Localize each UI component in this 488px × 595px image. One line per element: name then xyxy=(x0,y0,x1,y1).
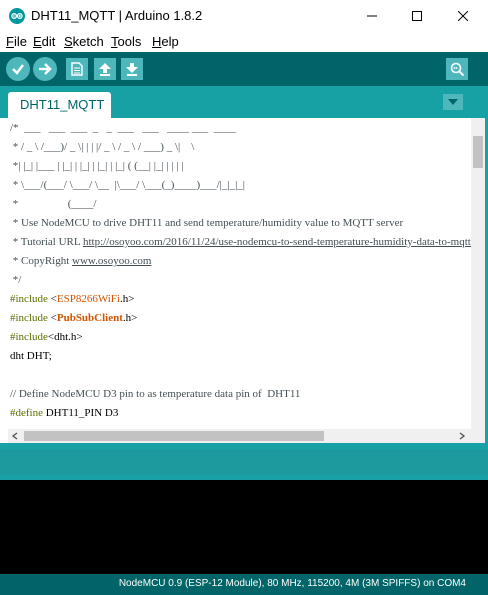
code-line: * \___/(___/ \___/ \__ |\___/ \___(_)___… xyxy=(10,179,245,191)
maximize-icon xyxy=(412,11,422,21)
verify-icon xyxy=(12,64,24,75)
menu-sketch[interactable]: Sketch xyxy=(64,34,104,49)
code-text[interactable]: /* ___ ___ ___ _ _ ___ ___ ____ ___ ____… xyxy=(10,119,471,423)
board-info-text: NodeMCU 0.9 (ESP-12 Module), 80 MHz, 115… xyxy=(118,578,466,589)
minimize-icon xyxy=(367,15,377,17)
status-bar xyxy=(0,443,488,480)
verify-button[interactable] xyxy=(6,57,30,81)
open-button[interactable] xyxy=(94,58,116,80)
scroll-right-icon[interactable] xyxy=(458,432,466,440)
code-line: #define DHT11_PIN D3 xyxy=(10,407,119,419)
scroll-corner xyxy=(471,429,485,443)
chevron-down-icon xyxy=(448,99,458,105)
horizontal-scrollbar[interactable] xyxy=(8,429,471,443)
status-message-area xyxy=(0,449,488,475)
tab-dht11-mqtt[interactable]: DHT11_MQTT xyxy=(8,92,111,118)
window-title: DHT11_MQTT | Arduino 1.8.2 xyxy=(31,8,203,23)
menu-edit[interactable]: Edit xyxy=(33,34,55,49)
scroll-left-icon[interactable] xyxy=(11,432,19,440)
upload-button[interactable] xyxy=(33,57,57,81)
minimize-button[interactable] xyxy=(349,0,395,32)
code-line: /* ___ ___ ___ _ _ ___ ___ ____ ___ ____ xyxy=(10,122,236,134)
editor-gutter xyxy=(0,118,8,443)
serial-monitor-icon xyxy=(450,62,465,77)
code-line: dht DHT; xyxy=(10,350,52,362)
code-line: * CopyRight www.osoyoo.com xyxy=(10,255,152,267)
save-button[interactable] xyxy=(121,58,143,80)
vertical-scroll-thumb[interactable] xyxy=(473,136,483,168)
maximize-button[interactable] xyxy=(394,0,440,32)
tab-label: DHT11_MQTT xyxy=(20,97,105,112)
code-line: #include <ESP8266WiFi.h> xyxy=(10,293,135,305)
code-line: * Use NodeMCU to drive DHT11 and send te… xyxy=(10,217,404,229)
board-info-bar: NodeMCU 0.9 (ESP-12 Module), 80 MHz, 115… xyxy=(0,574,488,595)
title-bar: DHT11_MQTT | Arduino 1.8.2 xyxy=(0,0,488,32)
code-line: *| |_| |___ | |_| | |_| | |_| | |_| ( (_… xyxy=(10,160,184,172)
console-output[interactable] xyxy=(0,480,488,574)
code-line: * Tutorial URL http://osoyoo.com/2016/11… xyxy=(10,236,471,248)
save-icon xyxy=(126,63,138,76)
vertical-scrollbar[interactable] xyxy=(471,118,485,429)
code-editor[interactable]: /* ___ ___ ___ _ _ ___ ___ ____ ___ ____… xyxy=(8,118,471,429)
arduino-logo-icon xyxy=(9,8,25,24)
new-icon xyxy=(71,62,83,76)
menu-tools[interactable]: Tools xyxy=(111,34,141,49)
new-sketch-button[interactable] xyxy=(66,58,88,80)
menu-help[interactable]: Help xyxy=(152,34,179,49)
code-line: #include<dht.h> xyxy=(10,331,83,343)
close-button[interactable] xyxy=(440,0,486,32)
close-icon xyxy=(458,11,468,21)
toolbar xyxy=(0,52,488,86)
upload-icon xyxy=(39,63,52,75)
menu-file[interactable]: File xyxy=(6,34,27,49)
code-line: * (____/ xyxy=(10,198,97,210)
tab-bar: DHT11_MQTT xyxy=(0,86,488,118)
horizontal-scroll-thumb[interactable] xyxy=(24,431,324,441)
code-line: // Define NodeMCU D3 pin to as temperatu… xyxy=(10,388,301,400)
open-icon xyxy=(99,63,111,76)
code-line: * / _ \ /___)/ _ \| | | |/ _ \ / _ \ / _… xyxy=(10,141,195,153)
tab-menu-button[interactable] xyxy=(443,94,463,110)
code-line: */ xyxy=(10,274,22,286)
serial-monitor-button[interactable] xyxy=(446,58,468,80)
code-line: #include <PubSubClient.h> xyxy=(10,312,138,324)
menu-bar: File Edit Sketch Tools Help xyxy=(0,32,488,52)
